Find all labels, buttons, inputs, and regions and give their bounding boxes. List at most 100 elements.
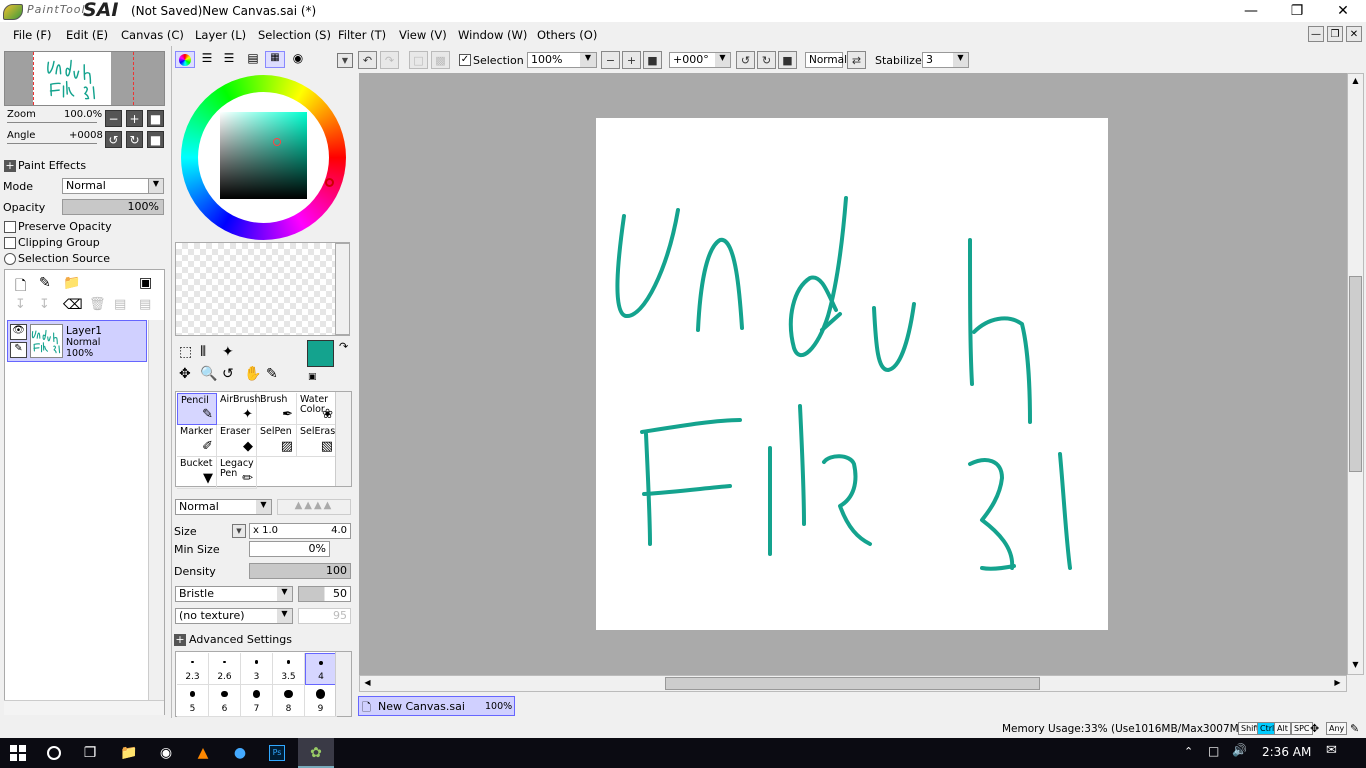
menu-view[interactable]: View (V) xyxy=(399,28,447,42)
brush-grid-scrollbar[interactable] xyxy=(335,392,351,486)
brush-size-9[interactable]: 9 xyxy=(305,685,337,717)
selection-checkbox[interactable]: ✓ xyxy=(459,54,471,66)
brush-size-6[interactable]: 6 xyxy=(209,685,241,717)
brush-tool-pencil[interactable]: Pencil ✎ xyxy=(177,393,217,425)
mdi-close-button[interactable]: ✕ xyxy=(1346,26,1362,42)
minimize-button[interactable]: — xyxy=(1228,0,1274,22)
canvas-paper[interactable] xyxy=(596,118,1108,630)
bristle-strength-slider[interactable]: 50 xyxy=(298,586,351,602)
advanced-settings-expand-icon[interactable]: + xyxy=(174,634,186,646)
angle-slider[interactable] xyxy=(7,143,97,144)
move-icon[interactable]: ✥ xyxy=(179,366,191,382)
color-wheel-tab[interactable] xyxy=(175,51,195,68)
navigator-preview[interactable] xyxy=(4,51,165,106)
layer-list-hscroll[interactable] xyxy=(4,700,164,715)
magic-wand-icon[interactable]: ✦ xyxy=(222,344,234,360)
menu-selection[interactable]: Selection (S) xyxy=(258,28,331,42)
zoom-out-button[interactable]: − xyxy=(105,110,122,127)
brush-tool-selpen[interactable]: SelPen ▨ xyxy=(257,425,297,457)
mdi-minimize-button[interactable]: — xyxy=(1308,26,1324,42)
transparent-color-icon[interactable]: ▣ xyxy=(308,372,317,382)
brush-size-8[interactable]: 8 xyxy=(273,685,305,717)
zoom-in-button[interactable]: + xyxy=(126,110,143,127)
density-slider[interactable]: 100 xyxy=(249,563,351,579)
document-tab[interactable]: 🗋 New Canvas.sai 100% xyxy=(358,696,515,716)
size-mult-dropdown[interactable]: ▼ xyxy=(232,524,246,538)
min-size-slider[interactable]: 0% xyxy=(249,541,330,557)
rotate-reset-button[interactable]: ■ xyxy=(147,131,164,148)
brush-size-4[interactable]: 4 xyxy=(305,653,337,685)
photoshop-icon[interactable]: Ps xyxy=(265,742,289,764)
scroll-up-icon[interactable]: ▲ xyxy=(1350,76,1361,87)
size-slider[interactable]: x 1.0 4.0 xyxy=(249,523,351,539)
menu-file[interactable]: File (F) xyxy=(13,28,52,42)
clock[interactable]: 2:36 AM xyxy=(1262,745,1311,759)
file-explorer-icon[interactable]: 📁 xyxy=(117,742,141,764)
rotate-ccw-button[interactable]: ↺ xyxy=(736,51,755,69)
brush-size-7[interactable]: 7 xyxy=(241,685,273,717)
brush-size-scrollbar[interactable] xyxy=(335,652,351,716)
clipping-group-checkbox[interactable] xyxy=(4,237,16,249)
scroll-left-icon[interactable]: ◀ xyxy=(362,678,373,689)
windows-start-icon[interactable] xyxy=(6,742,30,764)
menu-others[interactable]: Others (O) xyxy=(537,28,597,42)
swatches-tab[interactable]: ▦ xyxy=(265,51,285,68)
opacity-slider[interactable]: 100% xyxy=(62,199,164,215)
menu-canvas[interactable]: Canvas (C) xyxy=(121,28,184,42)
swap-colors-icon[interactable]: ↷ xyxy=(339,340,348,353)
canvas-vscrollbar[interactable]: ▲ ▼ xyxy=(1347,73,1364,675)
rotate-icon[interactable]: ↺ xyxy=(222,366,234,382)
notifications-icon[interactable]: ✉ xyxy=(1326,743,1337,758)
rotate-cw-button[interactable]: ↻ xyxy=(757,51,776,69)
brush-tool-water-color[interactable]: Water Color ❀ xyxy=(297,393,337,425)
zoom-slider[interactable] xyxy=(7,122,97,123)
bristle-select[interactable]: Bristle xyxy=(175,586,293,602)
canvas-hscrollbar[interactable]: ◀ ▶ xyxy=(359,675,1347,692)
zoom-reset-tool-button[interactable]: ■ xyxy=(643,51,662,69)
volume-icon[interactable]: 🔊 xyxy=(1232,743,1247,757)
maximize-button[interactable]: ❐ xyxy=(1274,0,1320,22)
brush-size-2.3[interactable]: 2.3 xyxy=(177,653,209,685)
brush-tool-brush[interactable]: Brush ✒ xyxy=(257,393,297,425)
close-button[interactable]: ✕ xyxy=(1320,0,1366,22)
mdi-restore-button[interactable]: ❐ xyxy=(1327,26,1343,42)
flip-view-button[interactable]: ⇄ xyxy=(847,51,866,69)
swatches-scrollbar[interactable] xyxy=(335,243,350,335)
toolbar-dropdown-button[interactable]: ▼ xyxy=(337,53,353,68)
brush-tool-marker[interactable]: Marker ✐ xyxy=(177,425,217,457)
eyedropper-icon[interactable]: ✎ xyxy=(266,366,278,382)
undo-button[interactable]: ↶ xyxy=(358,51,377,69)
brush-tool-eraser[interactable]: Eraser ◆ xyxy=(217,425,257,457)
texture-select[interactable]: (no texture) xyxy=(175,608,293,624)
zoom-icon[interactable]: 🔍 xyxy=(200,366,217,382)
zoom-out-tool-button[interactable]: − xyxy=(601,51,620,69)
vscroll-thumb[interactable] xyxy=(1349,276,1362,472)
zoom-in-tool-button[interactable]: + xyxy=(622,51,641,69)
new-folder-icon[interactable]: 📁 xyxy=(63,275,80,291)
selection-source-radio[interactable] xyxy=(4,253,16,265)
layer-mask-icon[interactable]: ▣ xyxy=(139,275,152,291)
brush-tool-airbrush[interactable]: AirBrush ✦ xyxy=(217,393,260,425)
clear-layer-icon[interactable]: ⌫ xyxy=(63,297,83,313)
blend-view-select[interactable]: Normal xyxy=(805,52,847,68)
paint-effects-expand-icon[interactable]: + xyxy=(4,160,16,172)
rotate-right-button[interactable]: ↻ xyxy=(126,131,143,148)
hsv-slider-tab[interactable]: ☰ xyxy=(219,51,239,68)
brush-tool-legacy-pen[interactable]: Legacy Pen ✏ xyxy=(217,457,257,489)
intermediate-color-tab[interactable]: ▤ xyxy=(243,51,263,68)
color-swatches[interactable] xyxy=(175,242,350,336)
preserve-opacity-checkbox[interactable] xyxy=(4,221,16,233)
layer-row[interactable]: 👁 ✎ Layer1 Normal 100% xyxy=(7,320,147,362)
lasso-icon[interactable]: ⦀ xyxy=(200,344,206,360)
rotate-reset-tool-button[interactable]: ■ xyxy=(778,51,797,69)
brush-shape-selector[interactable]: ▲▲▲▲ xyxy=(277,499,351,515)
brush-size-2.6[interactable]: 2.6 xyxy=(209,653,241,685)
brush-size-3.5[interactable]: 3.5 xyxy=(273,653,305,685)
menu-edit[interactable]: Edit (E) xyxy=(66,28,108,42)
brush-size-3[interactable]: 3 xyxy=(241,653,273,685)
saturation-value-square[interactable] xyxy=(220,112,307,199)
new-linework-layer-icon[interactable]: ✎ xyxy=(39,275,51,291)
new-layer-icon[interactable]: 🗋 xyxy=(15,275,26,299)
network-icon[interactable]: □ xyxy=(1208,744,1219,758)
menu-window[interactable]: Window (W) xyxy=(458,28,527,42)
